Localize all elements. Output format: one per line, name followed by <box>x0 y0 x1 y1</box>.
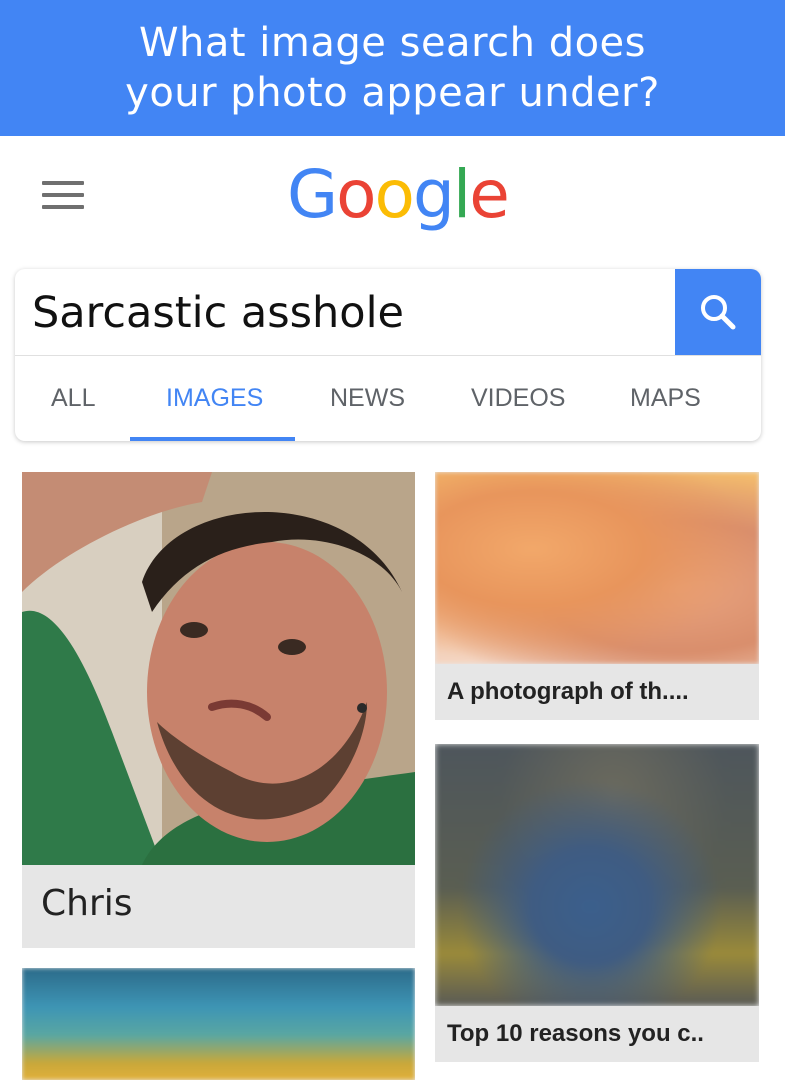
logo-letter: G <box>287 156 338 233</box>
logo-letter: l <box>452 156 471 233</box>
google-logo[interactable]: Google <box>287 152 510 238</box>
image-result-3[interactable]: Top 10 reasons you c.. <box>435 744 759 1062</box>
logo-letter: o <box>374 156 415 233</box>
tab-maps[interactable]: MAPS <box>630 384 701 413</box>
search-icon <box>701 295 736 330</box>
search-card: Sarcastic asshole ALL IMAGES NEWS VIDEOS… <box>15 269 761 441</box>
image-result-2[interactable]: A photograph of th.... <box>435 472 759 720</box>
hamburger-menu-icon[interactable] <box>42 181 84 209</box>
banner-line-1: What image search does <box>138 20 646 66</box>
tab-all[interactable]: ALL <box>51 384 95 413</box>
tab-news[interactable]: NEWS <box>330 384 405 413</box>
search-bar[interactable]: Sarcastic asshole <box>15 269 761 356</box>
search-tabs: ALL IMAGES NEWS VIDEOS MAPS <box>15 356 761 441</box>
man-selfie-image <box>22 472 415 865</box>
logo-letter: e <box>469 156 510 233</box>
search-button[interactable] <box>675 269 761 355</box>
logo-letter: o <box>336 156 376 233</box>
result-caption-text: Chris <box>41 883 133 924</box>
result-caption-text: Top 10 reasons you c.. <box>447 1020 704 1047</box>
result-thumbnail-blurred[interactable] <box>435 744 759 1006</box>
active-tab-indicator <box>130 437 295 441</box>
result-thumbnail-blurred[interactable] <box>435 472 759 664</box>
result-caption: Top 10 reasons you c.. <box>435 1006 759 1062</box>
image-result-4[interactable] <box>22 968 415 1080</box>
result-thumbnail[interactable] <box>22 472 415 865</box>
tab-images[interactable]: IMAGES <box>166 384 263 413</box>
search-input[interactable]: Sarcastic asshole <box>32 287 404 339</box>
tab-videos[interactable]: VIDEOS <box>471 384 565 413</box>
result-caption: Chris <box>22 865 415 948</box>
result-caption: A photograph of th.... <box>435 664 759 720</box>
result-thumbnail-blurred[interactable] <box>22 968 415 1080</box>
logo-letter: g <box>412 156 455 233</box>
banner-line-2: your photo appear under? <box>125 70 660 116</box>
image-result-1[interactable]: Chris <box>22 472 415 948</box>
result-caption-text: A photograph of th.... <box>447 678 689 705</box>
banner: What image search does your photo appear… <box>0 0 785 136</box>
